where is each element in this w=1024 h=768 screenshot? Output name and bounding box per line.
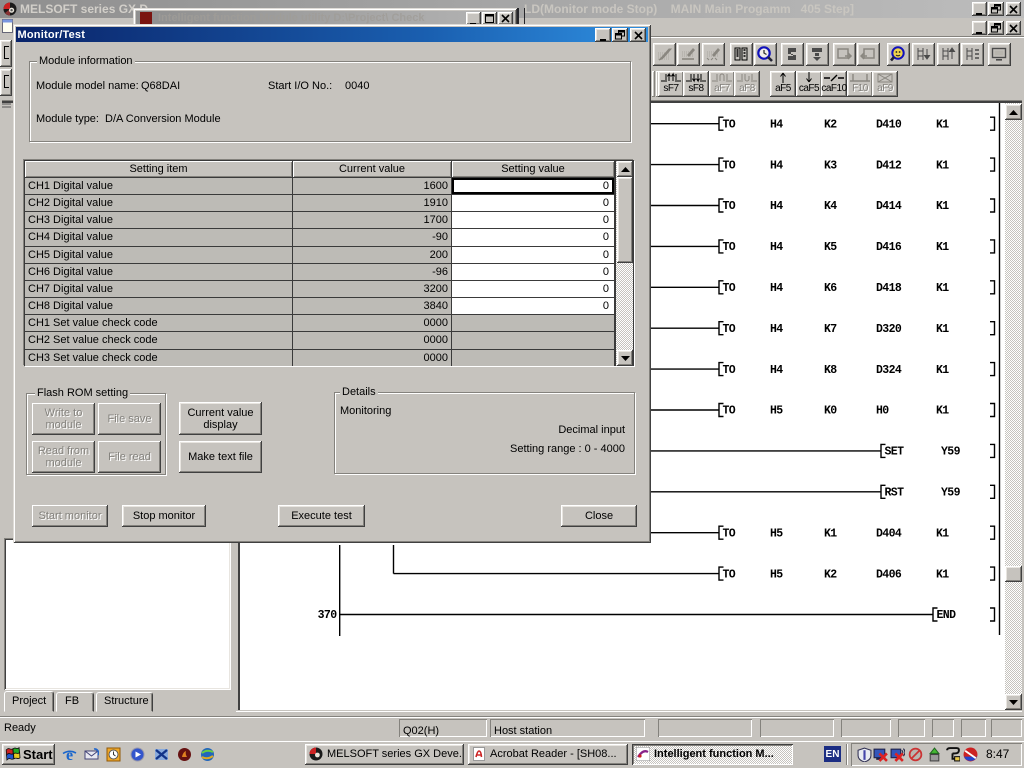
svg-text:RST: RST [885,487,905,500]
svg-text:Y59: Y59 [941,446,961,459]
svg-text:TO: TO [723,282,736,295]
svg-text:K6: K6 [824,282,837,295]
svg-text:D416: D416 [876,241,902,254]
svg-text:D324: D324 [876,364,902,377]
svg-text:H5: H5 [770,527,783,540]
svg-text:K1: K1 [936,159,949,172]
svg-text:K1: K1 [936,364,949,377]
svg-text:D404: D404 [876,527,902,540]
svg-text:H4: H4 [770,364,783,377]
svg-text:K8: K8 [824,364,837,377]
svg-text:K2: K2 [824,568,837,581]
svg-text:K1: K1 [824,527,837,540]
svg-text:H0: H0 [876,405,889,418]
svg-text:H4: H4 [770,241,783,254]
svg-text:Y59: Y59 [941,487,961,500]
svg-text:TO: TO [723,200,736,213]
svg-text:K1: K1 [936,568,949,581]
svg-text:D410: D410 [876,118,902,131]
svg-text:K2: K2 [824,118,837,131]
svg-text:D320: D320 [876,323,902,336]
svg-text:K1: K1 [936,323,949,336]
svg-text:K1: K1 [936,118,949,131]
svg-text:370: 370 [318,609,338,622]
svg-text:H5: H5 [770,405,783,418]
svg-text:D406: D406 [876,568,902,581]
svg-text:K3: K3 [824,159,837,172]
svg-text:SET: SET [885,446,905,459]
svg-text:TO: TO [723,118,736,131]
svg-text:K0: K0 [824,405,837,418]
svg-text:TO: TO [723,527,736,540]
svg-text:H4: H4 [770,323,783,336]
svg-text:TO: TO [723,241,736,254]
svg-text:K1: K1 [936,527,949,540]
svg-text:H4: H4 [770,118,783,131]
svg-text:END: END [937,609,957,622]
svg-text:H5: H5 [770,568,783,581]
svg-text:K4: K4 [824,200,837,213]
svg-text:H4: H4 [770,159,783,172]
svg-text:K1: K1 [936,282,949,295]
svg-text:D418: D418 [876,282,902,295]
svg-text:H4: H4 [770,200,783,213]
svg-text:TO: TO [723,568,736,581]
svg-text:D412: D412 [876,159,902,172]
svg-text:K7: K7 [824,323,837,336]
svg-text:K5: K5 [824,241,837,254]
svg-text:K1: K1 [936,200,949,213]
svg-text:TO: TO [723,405,736,418]
svg-text:H4: H4 [770,282,783,295]
svg-text:K1: K1 [936,405,949,418]
svg-text:e: e [66,747,73,762]
svg-text:TO: TO [723,323,736,336]
svg-text:D414: D414 [876,200,902,213]
svg-text:K1: K1 [936,241,949,254]
svg-text:TO: TO [723,159,736,172]
svg-text:TO: TO [723,364,736,377]
